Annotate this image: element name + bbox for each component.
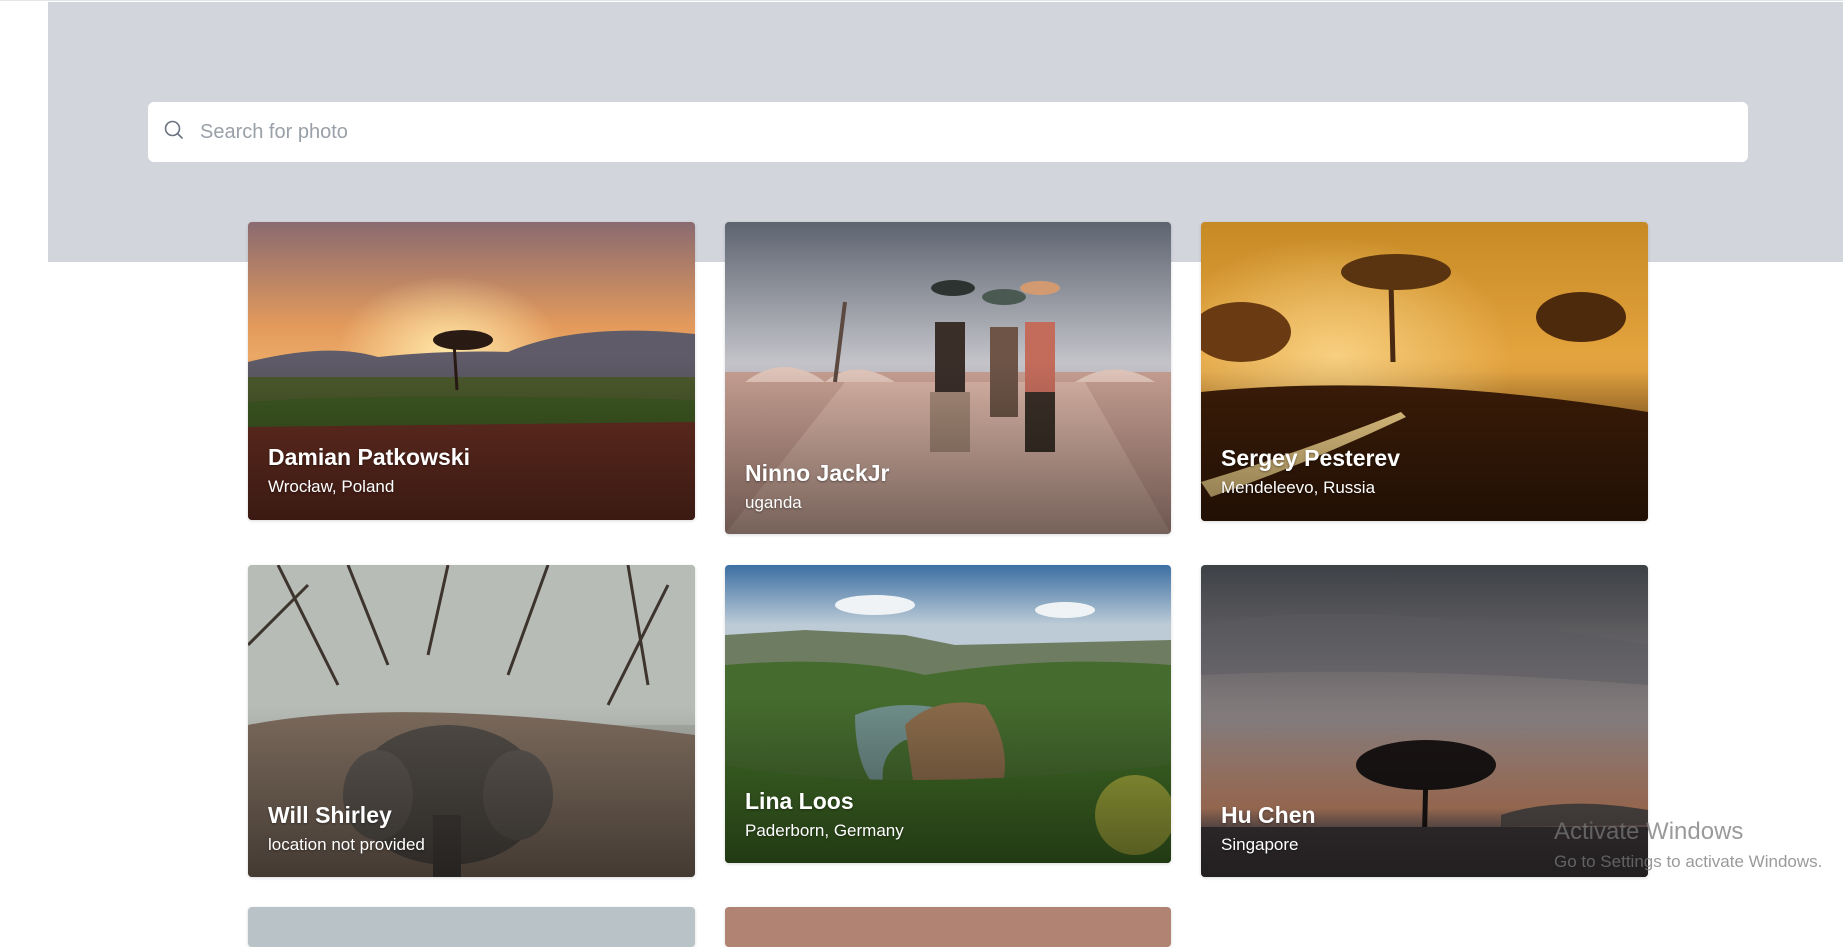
photographer-name: Will Shirley	[268, 802, 392, 828]
activate-windows-watermark: Activate Windows Go to Settings to activ…	[1554, 818, 1822, 872]
search-icon	[162, 118, 186, 147]
photo-card[interactable]: Sergey Pesterev Mendeleevo, Russia	[1201, 222, 1648, 521]
photo-location: Wrocław, Poland	[268, 477, 395, 496]
photographer-name: Sergey Pesterev	[1221, 445, 1401, 471]
watermark-title: Activate Windows	[1554, 818, 1744, 845]
photo-overlay	[725, 565, 1171, 863]
photographer-name: Damian Patkowski	[268, 444, 470, 470]
photographer-name: Hu Chen	[1221, 802, 1316, 828]
photo-card[interactable]	[725, 907, 1171, 947]
search-bar[interactable]	[148, 102, 1748, 162]
photo-overlay	[248, 565, 695, 877]
watermark-subtitle: Go to Settings to activate Windows.	[1554, 852, 1823, 871]
top-border	[0, 0, 1843, 1]
photo-card[interactable]	[248, 907, 695, 947]
photo-location: Singapore	[1221, 835, 1299, 854]
photographer-name: Ninno JackJr	[745, 460, 890, 486]
photo-location: uganda	[745, 493, 802, 512]
photo-card[interactable]: Damian Patkowski Wrocław, Poland	[248, 222, 695, 520]
photographer-name: Lina Loos	[745, 788, 854, 814]
photo-overlay	[725, 222, 1171, 534]
photo-card[interactable]: Ninno JackJr uganda	[725, 222, 1171, 534]
photo-location: Mendeleevo, Russia	[1221, 478, 1376, 497]
photo-location: location not provided	[268, 835, 425, 854]
photo-overlay	[248, 222, 695, 520]
photo-location: Paderborn, Germany	[745, 821, 904, 840]
photo-overlay	[1201, 222, 1648, 521]
photo-card[interactable]: Lina Loos Paderborn, Germany	[725, 565, 1171, 863]
photo-card[interactable]: Will Shirley location not provided	[248, 565, 695, 877]
search-input[interactable]	[198, 119, 1702, 145]
